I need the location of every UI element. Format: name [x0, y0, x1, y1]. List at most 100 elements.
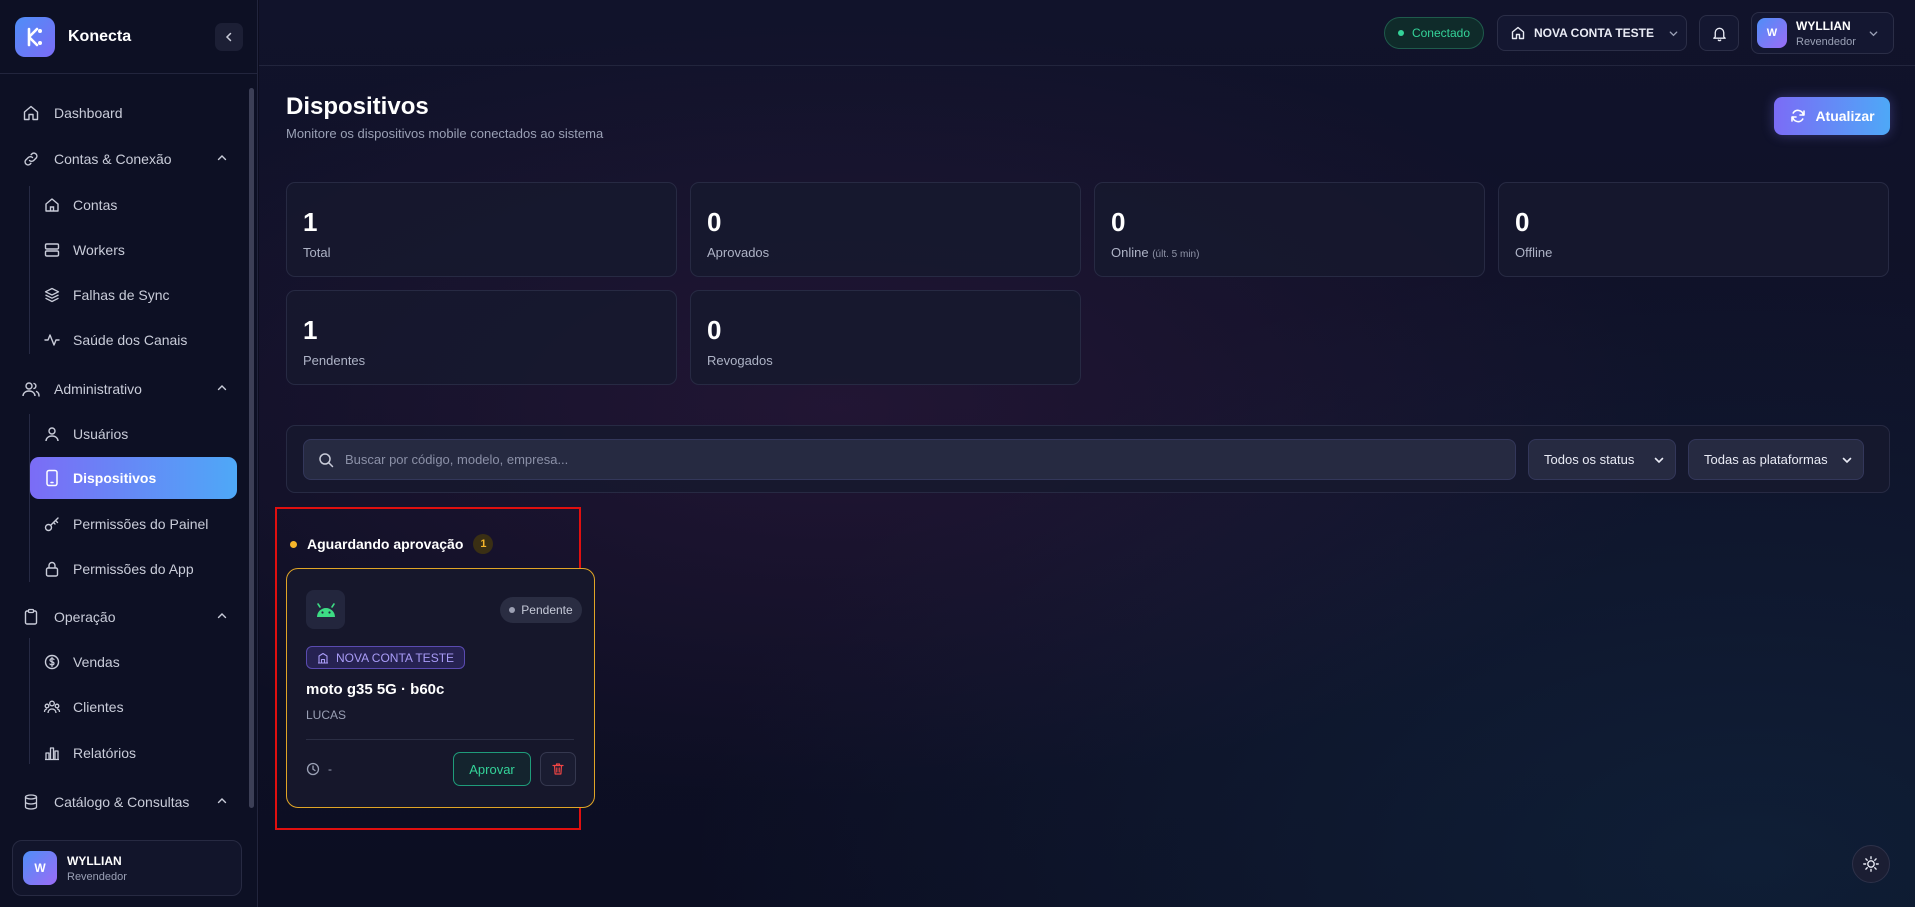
stat-value: 0 [1515, 207, 1530, 237]
sidebar-group-administrativo[interactable]: Administrativo [16, 368, 240, 410]
sidebar-group-contas-conexao[interactable]: Contas & Conexão [16, 138, 240, 180]
sidebar-item-label: Catálogo & Consultas [54, 794, 190, 810]
stat-label: Aprovados [707, 245, 770, 260]
brand-logo[interactable] [15, 17, 55, 57]
sidebar-item-falhas-sync[interactable]: Falhas de Sync [30, 274, 238, 316]
last-seen-value: - [328, 762, 332, 776]
platform-filter-select[interactable]: Todas as plataformas [1688, 439, 1864, 480]
sidebar-item-clientes[interactable]: Clientes [30, 686, 238, 728]
sidebar-item-dispositivos[interactable]: Dispositivos [30, 457, 237, 499]
scrollbar-thumb[interactable] [249, 88, 254, 808]
sidebar-item-label: Dispositivos [73, 470, 157, 486]
status-filter-value: Todos os status [1544, 452, 1635, 467]
sidebar-item-permissoes-app[interactable]: Permissões do App [30, 548, 238, 590]
main-content: Conectado NOVA CONTA TESTE W WYLLIAN Rev… [259, 0, 1915, 907]
collapse-sidebar-button[interactable] [215, 23, 243, 51]
status-filter-select[interactable]: Todos os status [1528, 439, 1676, 480]
chevron-down-icon [1841, 454, 1853, 466]
trash-icon [552, 763, 564, 775]
approve-button[interactable]: Aprovar [453, 752, 531, 786]
last-seen: - [306, 762, 332, 776]
theme-toggle-button[interactable] [1852, 845, 1890, 883]
company-badge: NOVA CONTA TESTE [306, 646, 466, 669]
brand-name: Konecta [68, 28, 132, 45]
sidebar-item-label: Workers [73, 242, 125, 258]
sidebar-item-label: Administrativo [54, 381, 142, 397]
sidebar-item-label: Usuários [73, 426, 129, 442]
users-icon [21, 379, 41, 399]
home-icon [1510, 25, 1526, 41]
clock-icon [306, 762, 320, 776]
company-name: NOVA CONTA TESTE [336, 650, 455, 665]
layers-icon [42, 285, 62, 305]
sidebar-item-relatorios[interactable]: Relatórios [30, 732, 238, 774]
sidebar-item-label: Contas & Conexão [54, 151, 172, 167]
status-dot [509, 607, 516, 613]
sidebar-item-label: Contas [73, 197, 118, 213]
page-title: Dispositivos [286, 93, 429, 120]
sidebar-item-dashboard[interactable]: Dashboard [16, 92, 240, 134]
sidebar-item-label: Dashboard [54, 105, 123, 121]
server-icon [42, 240, 62, 260]
stat-card-aprovados: 0 Aprovados [690, 182, 1081, 277]
key-icon [42, 514, 62, 534]
chevron-up-icon [217, 613, 227, 619]
activity-icon [42, 330, 62, 350]
sidebar-item-label: Operação [54, 609, 116, 625]
stat-value: 1 [303, 315, 318, 345]
chevron-down-icon [1868, 28, 1879, 39]
sidebar-group-operacao[interactable]: Operação [16, 596, 240, 638]
stat-value: 0 [707, 315, 722, 345]
sidebar-item-label: Vendas [73, 654, 120, 670]
status-badge: Pendente [500, 597, 582, 623]
lock-icon [42, 559, 62, 579]
sidebar: Konecta Dashboard Contas & Conexão Conta… [0, 0, 258, 907]
user-meta: WYLLIAN Revendedor [1796, 19, 1856, 48]
stat-value: 0 [1111, 207, 1126, 237]
sidebar-item-vendas[interactable]: Vendas [30, 641, 238, 683]
sidebar-item-usuarios[interactable]: Usuários [30, 413, 238, 455]
house-icon [42, 195, 62, 215]
filter-bar: Buscar por código, modelo, empresa... To… [286, 425, 1890, 493]
search-input[interactable]: Buscar por código, modelo, empresa... [303, 439, 1516, 480]
page-subtitle: Monitore os dispositivos mobile conectad… [286, 126, 604, 141]
sidebar-item-contas[interactable]: Contas [30, 184, 238, 226]
android-icon [306, 590, 345, 629]
refresh-button[interactable]: Atualizar [1774, 97, 1890, 135]
user-menu[interactable]: W WYLLIAN Revendedor [1751, 12, 1894, 54]
account-selector[interactable]: NOVA CONTA TESTE [1497, 15, 1687, 51]
stat-value: 0 [707, 207, 722, 237]
chevron-up-icon [217, 155, 227, 161]
sidebar-scrollbar[interactable] [249, 78, 254, 818]
chevron-left-icon [225, 32, 232, 42]
sidebar-item-workers[interactable]: Workers [30, 229, 238, 271]
sidebar-item-permissoes-painel[interactable]: Permissões do Painel [30, 503, 238, 545]
pending-section-title: Aguardando aprovação [307, 536, 464, 552]
sidebar-group-catalogo-consultas[interactable]: Catálogo & Consultas [16, 781, 240, 823]
stat-card-pendentes: 1 Pendentes [286, 290, 677, 385]
sidebar-user-card[interactable]: W WYLLIAN Revendedor [12, 840, 242, 896]
stat-card-revogados: 0 Revogados [690, 290, 1081, 385]
device-card[interactable]: Pendente NOVA CONTA TESTE moto g35 5G · … [286, 568, 595, 808]
pending-section-header: Aguardando aprovação 1 [290, 533, 494, 555]
connection-status-label: Conectado [1411, 26, 1471, 40]
chevron-down-icon [1653, 454, 1665, 466]
divider [306, 739, 574, 740]
delete-button[interactable] [540, 752, 576, 786]
user-name: WYLLIAN [67, 853, 122, 868]
sidebar-item-label: Clientes [73, 699, 124, 715]
sidebar-item-saude-canais[interactable]: Saúde dos Canais [30, 319, 238, 361]
stat-label: Revogados [707, 353, 773, 368]
notifications-button[interactable] [1699, 15, 1739, 51]
sidebar-item-label: Falhas de Sync [73, 287, 170, 303]
pending-dot [290, 540, 297, 548]
stat-label-row: Online (últ. 5 min) [1111, 245, 1199, 260]
stat-label: Total [303, 245, 331, 260]
device-user: LUCAS [306, 708, 347, 722]
connection-status-badge: Conectado [1384, 17, 1484, 49]
sidebar-item-label: Relatórios [73, 745, 137, 761]
chevron-down-icon [1668, 28, 1679, 39]
avatar: W [23, 851, 57, 885]
stat-label: Pendentes [303, 353, 366, 368]
status-dot [1397, 30, 1404, 36]
